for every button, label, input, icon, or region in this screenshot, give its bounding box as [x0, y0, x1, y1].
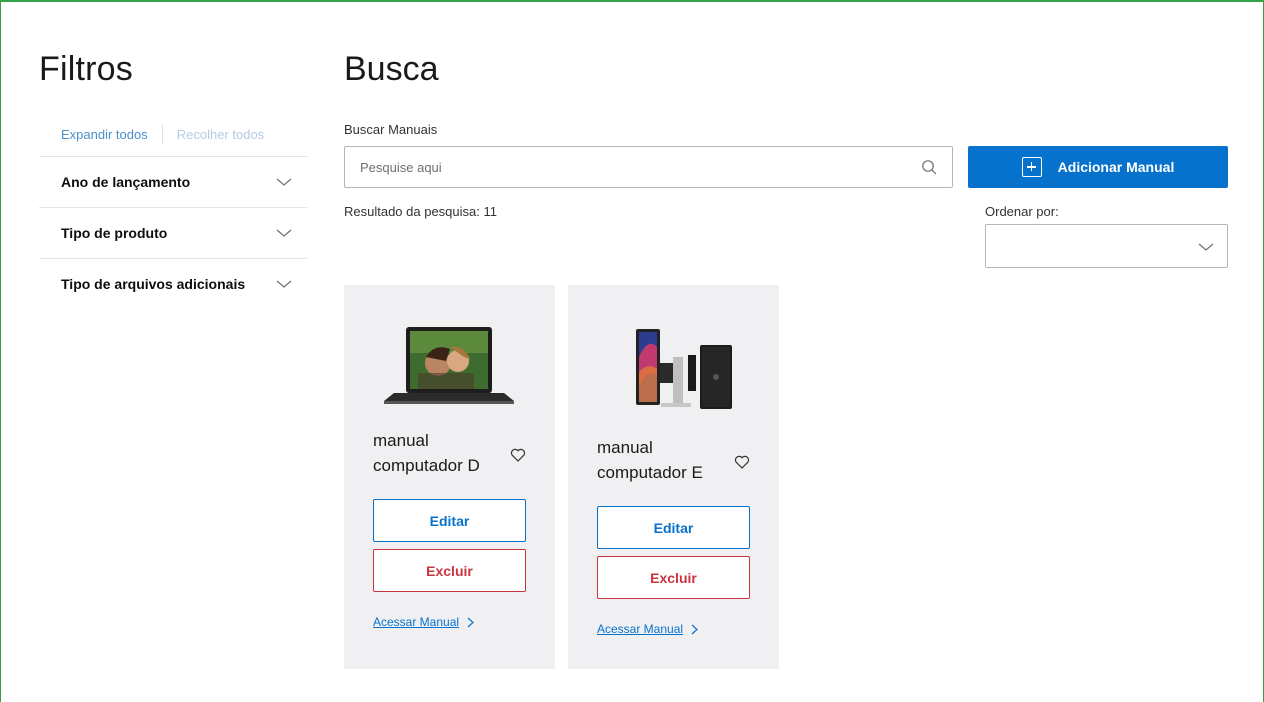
delete-button[interactable]: Excluir	[373, 549, 526, 592]
manual-card: manual computador E Editar Excluir Acess…	[568, 285, 779, 669]
chevron-down-icon	[1198, 243, 1214, 251]
chevron-down-icon	[276, 178, 292, 186]
edit-button[interactable]: Editar	[373, 499, 526, 542]
search-box	[344, 146, 953, 188]
manual-card: manual computador D Editar Excluir Acess…	[344, 285, 555, 669]
plus-square-icon	[1021, 157, 1042, 177]
heart-icon[interactable]	[734, 454, 750, 470]
filter-label: Ano de lançamento	[61, 174, 191, 190]
access-manual-link[interactable]: Acessar Manual	[373, 615, 474, 629]
access-manual-label: Acessar Manual	[373, 615, 460, 629]
page-title: Busca	[344, 50, 439, 88]
heart-icon[interactable]	[510, 447, 526, 463]
chevron-right-icon	[691, 624, 698, 634]
add-manual-label: Adicionar Manual	[1057, 159, 1175, 175]
order-by-label: Ordenar por:	[985, 204, 1059, 219]
access-manual-link[interactable]: Acessar Manual	[597, 622, 698, 636]
expand-all-link[interactable]: Expandir todos	[61, 127, 148, 142]
filters-sidebar: Filtros Expandir todos Recolher todos An…	[39, 50, 307, 292]
filter-product-type[interactable]: Tipo de produto	[39, 207, 307, 258]
expand-collapse-row: Expandir todos Recolher todos	[61, 124, 264, 144]
chevron-right-icon	[467, 617, 474, 627]
delete-button[interactable]: Excluir	[597, 556, 750, 599]
search-label: Buscar Manuais	[344, 122, 438, 137]
filter-label: Tipo de arquivos adicionais	[61, 276, 246, 292]
add-manual-button[interactable]: Adicionar Manual	[968, 146, 1228, 188]
filter-label: Tipo de produto	[61, 225, 168, 241]
search-input[interactable]	[345, 147, 952, 187]
edit-button[interactable]: Editar	[597, 506, 750, 549]
desktop-computer-image	[636, 329, 732, 409]
search-result-count: Resultado da pesquisa: 11	[344, 204, 497, 219]
divider	[161, 124, 163, 144]
filter-list: Ano de lançamento Tipo de produto Tipo d…	[39, 156, 307, 309]
order-by-select[interactable]	[985, 224, 1228, 268]
search-icon[interactable]	[921, 159, 938, 176]
chevron-down-icon	[276, 280, 292, 288]
filter-release-year[interactable]: Ano de lançamento	[39, 156, 307, 207]
filter-additional-files-type[interactable]: Tipo de arquivos adicionais	[39, 258, 307, 309]
manual-name: manual computador E	[597, 438, 703, 482]
chevron-down-icon	[276, 229, 292, 237]
access-manual-label: Acessar Manual	[597, 622, 684, 636]
laptop-image	[384, 327, 514, 404]
collapse-all-link[interactable]: Recolher todos	[177, 127, 264, 142]
filters-title: Filtros	[39, 50, 133, 88]
manual-name: manual computador D	[373, 431, 480, 475]
